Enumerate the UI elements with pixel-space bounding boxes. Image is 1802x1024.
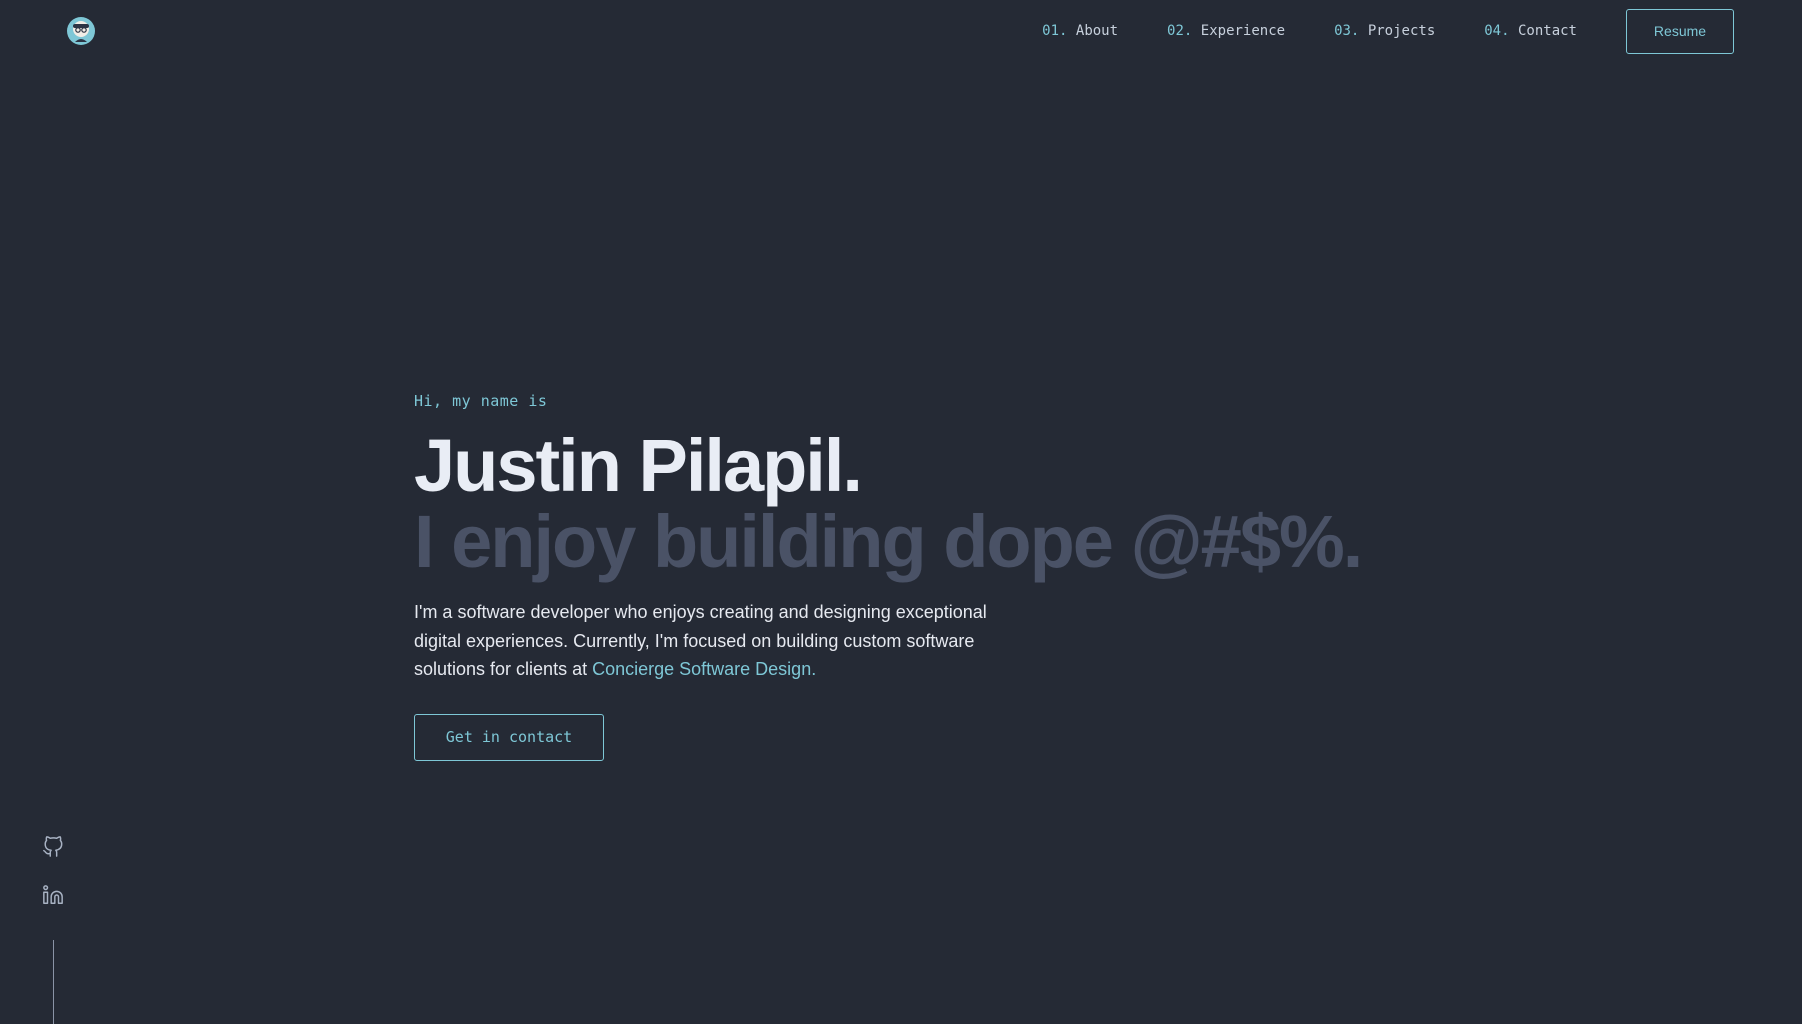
avatar-logo[interactable]	[66, 16, 96, 46]
hero-name: Justin Pilapil.	[414, 424, 863, 507]
nav-item-projects[interactable]: 03. Projects	[1334, 23, 1435, 39]
nav-label: About	[1075, 23, 1119, 39]
nav-number: 03.	[1334, 23, 1360, 39]
hero-tagline: I enjoy building dope @#$%.	[414, 500, 1363, 583]
hero-section: Hi, my name is Justin Pilapil. I enjoy b…	[414, 392, 1414, 761]
github-icon[interactable]	[42, 836, 64, 858]
nav-label: Projects	[1367, 23, 1436, 39]
company-link[interactable]: Concierge Software Design.	[592, 659, 816, 679]
nav-number: 04.	[1484, 23, 1510, 39]
resume-button[interactable]: Resume	[1626, 8, 1734, 54]
nav-number: 01.	[1042, 23, 1068, 39]
get-in-contact-button[interactable]: Get in contact	[414, 713, 604, 761]
social-rail-line	[53, 940, 54, 1024]
nav-number: 02.	[1167, 23, 1193, 39]
nav-label: Experience	[1200, 23, 1286, 39]
nav-item-contact[interactable]: 04. Contact	[1484, 23, 1577, 39]
main-nav: 01. About 02. Experience 03. Projects 04…	[1042, 8, 1734, 54]
social-links	[42, 836, 64, 932]
nav-item-about[interactable]: 01. About	[1042, 23, 1118, 39]
hero-intro: Hi, my name is	[414, 392, 548, 410]
nav-item-experience[interactable]: 02. Experience	[1167, 23, 1285, 39]
avatar-icon	[67, 17, 95, 45]
hero-description: I'm a software developer who enjoys crea…	[414, 598, 1014, 684]
linkedin-icon[interactable]	[42, 884, 64, 906]
nav-label: Contact	[1517, 23, 1577, 39]
